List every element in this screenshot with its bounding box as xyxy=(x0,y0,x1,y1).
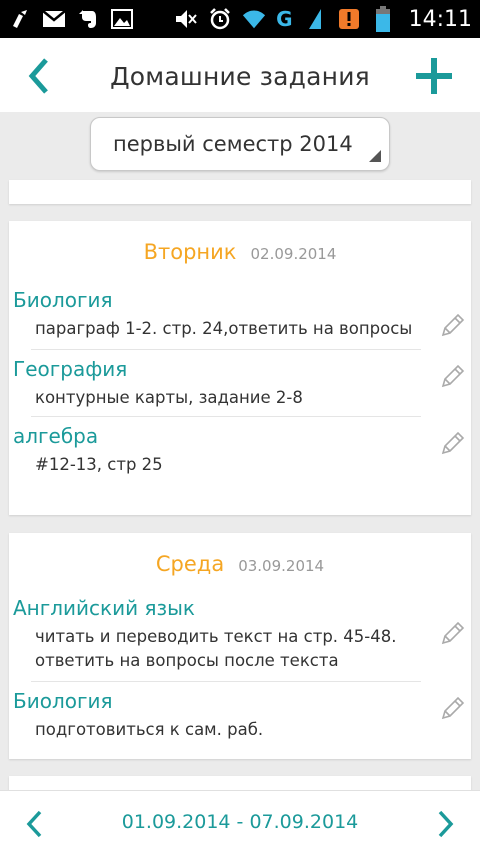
subject-name: География xyxy=(13,357,128,381)
plus-icon xyxy=(416,58,452,94)
subject-name: алгебра xyxy=(13,424,99,448)
task-text: #12-13, стр 25 xyxy=(35,455,163,474)
task-text: читать и переводить текст на стр. 45-48.… xyxy=(35,627,397,670)
network-type: G xyxy=(276,7,293,31)
homework-entry[interactable]: Английский язык читать и переводить текс… xyxy=(9,595,471,681)
chevron-left-icon xyxy=(28,58,48,94)
homework-entry[interactable]: Биология подготовиться к сам. раб. xyxy=(9,682,471,748)
next-week-button[interactable] xyxy=(436,809,456,839)
day-header: Вторник 02.09.2014 xyxy=(9,221,471,283)
page-title: Домашние задания xyxy=(110,62,370,91)
battery-icon xyxy=(371,6,395,32)
subject-name: Биология xyxy=(13,689,113,713)
day-header: Среда 03.09.2014 xyxy=(9,533,471,595)
homework-entry[interactable]: алгебра #12-13, стр 25 xyxy=(9,417,471,483)
edit-pencil-icon[interactable] xyxy=(439,313,465,339)
back-button[interactable] xyxy=(22,56,58,96)
mute-icon xyxy=(174,8,198,30)
alarm-icon xyxy=(208,8,232,30)
add-homework-button[interactable] xyxy=(414,56,454,96)
homework-entry[interactable]: Биология параграф 1-2. стр. 24,ответить … xyxy=(9,283,471,349)
subject-name: Английский язык xyxy=(13,596,196,620)
week-navigation: 01.09.2014 - 07.09.2014 xyxy=(0,790,480,854)
chevron-right-icon xyxy=(438,810,454,838)
day-name: Среда xyxy=(155,552,225,576)
task-text: параграф 1-2. стр. 24,ответить на вопрос… xyxy=(35,319,413,338)
gmail-icon xyxy=(42,8,66,30)
evernote-icon xyxy=(76,8,100,30)
day-name: Вторник xyxy=(143,240,237,264)
app-bar: Домашние задания xyxy=(0,38,480,112)
task-text: подготовиться к сам. раб. xyxy=(35,720,264,739)
homework-entry[interactable]: География контурные карты, задание 2-8 xyxy=(9,350,471,416)
clock: 14:11 xyxy=(408,6,472,32)
semester-select[interactable]: первый семестр 2014 xyxy=(90,117,390,171)
wifi-icon xyxy=(242,8,266,30)
day-date: 03.09.2014 xyxy=(238,556,325,575)
list-item-partial xyxy=(9,180,471,204)
edit-pencil-icon[interactable] xyxy=(439,364,465,390)
subject-name: Биология xyxy=(13,288,113,312)
signal-icon xyxy=(303,8,327,30)
week-range: 01.09.2014 - 07.09.2014 xyxy=(121,811,359,833)
gallery-icon xyxy=(110,8,134,30)
dropdown-arrow-icon xyxy=(369,150,381,162)
day-card-tuesday: Вторник 02.09.2014 Биология параграф 1-2… xyxy=(9,221,471,515)
cleaner-icon xyxy=(8,8,32,30)
edit-pencil-icon[interactable] xyxy=(439,431,465,457)
day-date: 02.09.2014 xyxy=(250,244,337,263)
status-bar: G 14:11 xyxy=(0,0,480,38)
notification-badge-icon xyxy=(337,8,361,30)
semester-select-value: первый семестр 2014 xyxy=(113,132,353,156)
day-card-wednesday: Среда 03.09.2014 Английский язык читать … xyxy=(9,533,471,759)
edit-pencil-icon[interactable] xyxy=(439,696,465,722)
task-text: контурные карты, задание 2-8 xyxy=(35,388,303,407)
edit-pencil-icon[interactable] xyxy=(439,621,465,647)
